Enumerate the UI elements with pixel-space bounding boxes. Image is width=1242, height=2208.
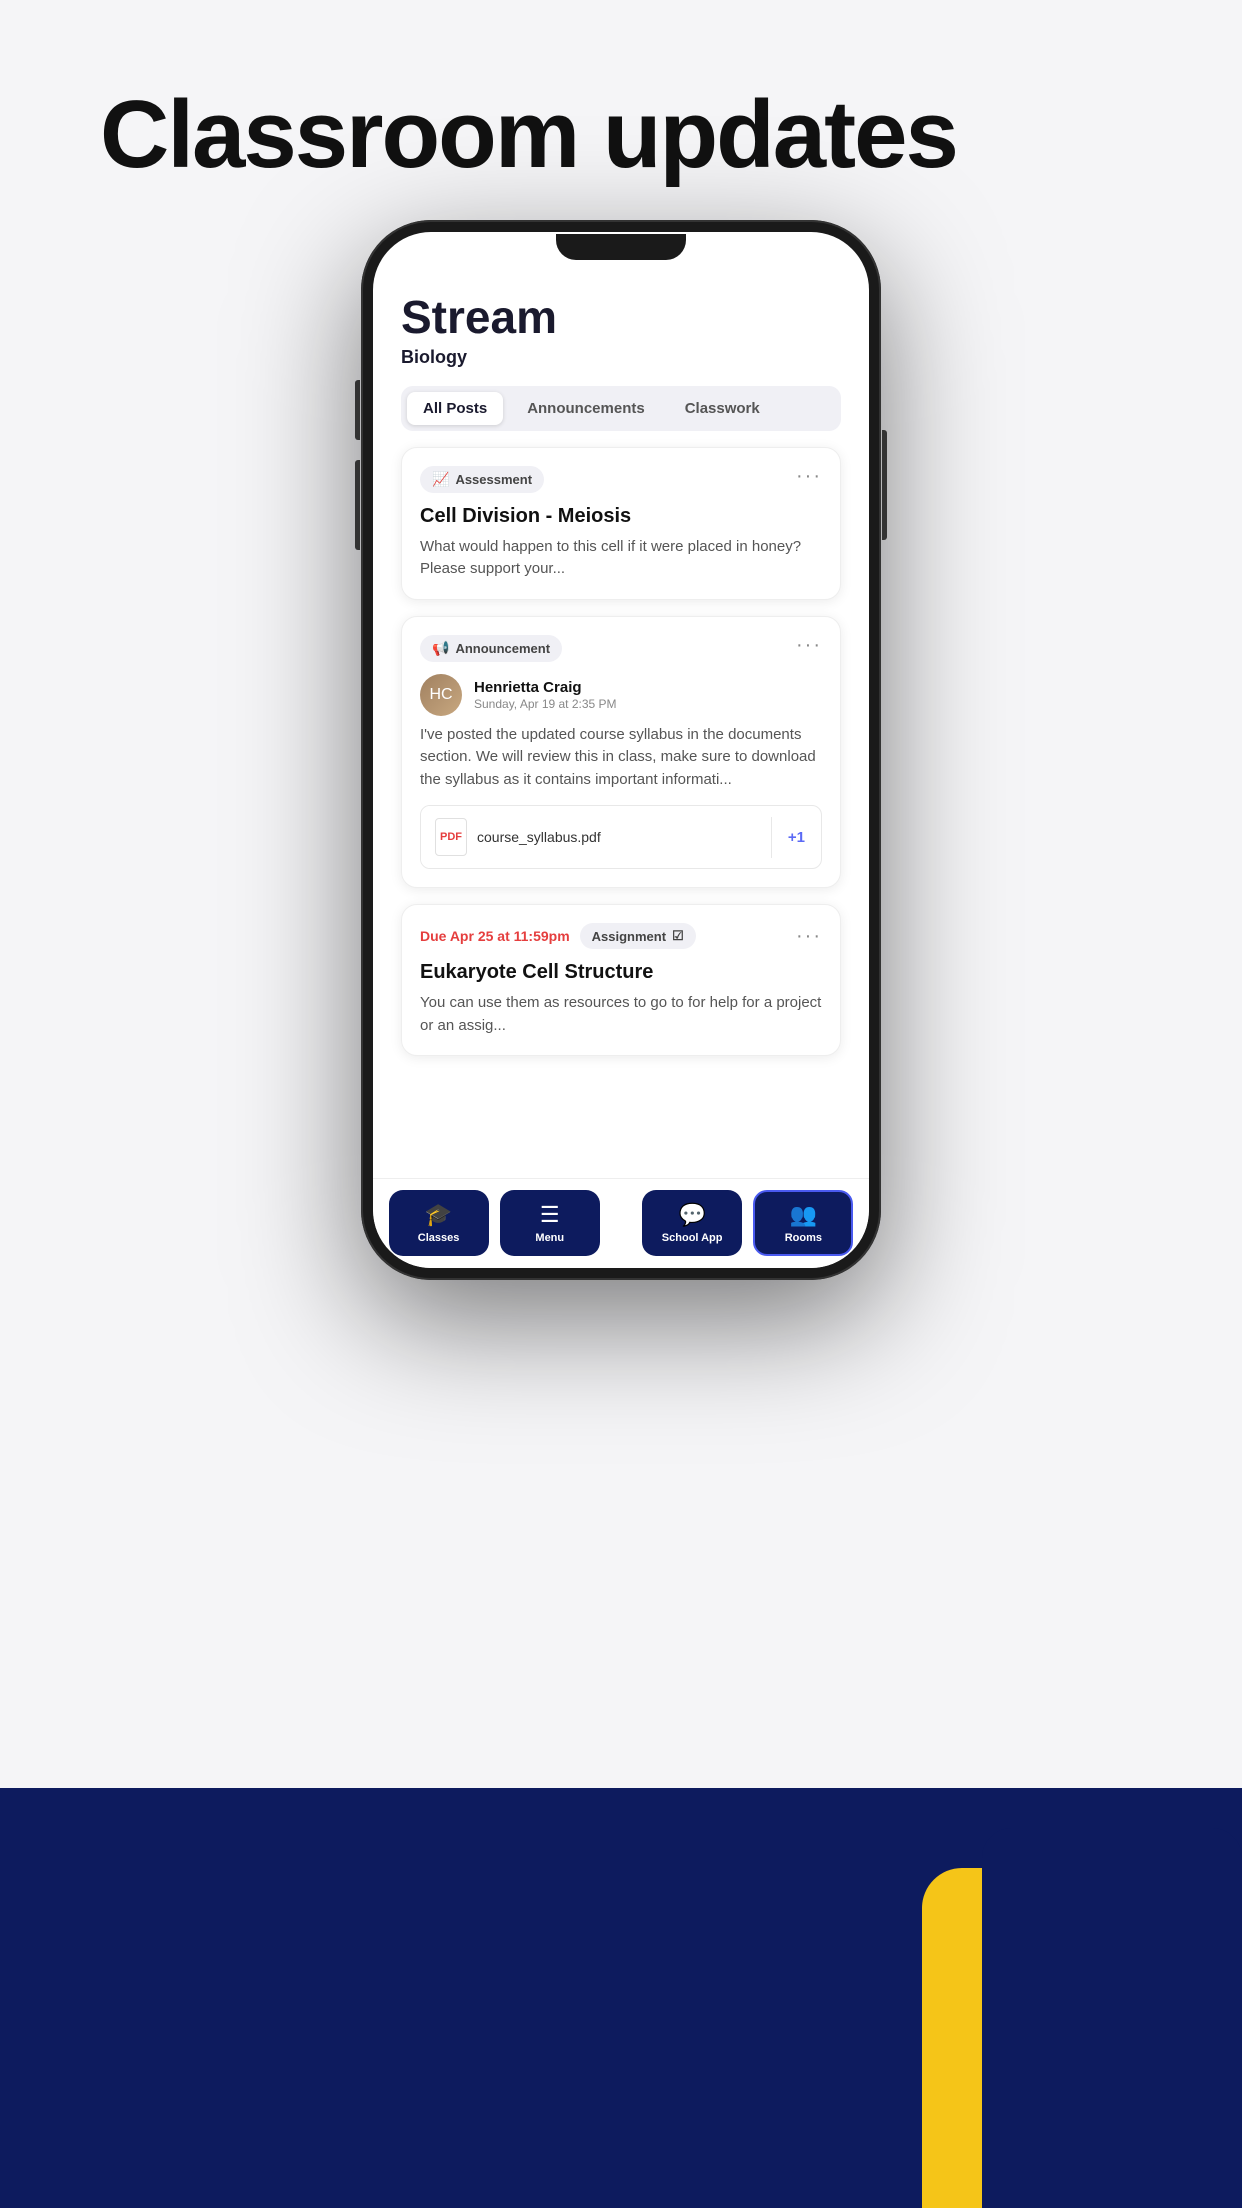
card-announcement: ··· 📢 Announcement HC Henrietta Craig Su… (401, 616, 841, 889)
classes-icon: 🎓 (425, 1202, 452, 1228)
announcement-body: I've posted the updated course syllabus … (420, 724, 822, 792)
nav-menu[interactable]: ☰ Menu (500, 1190, 600, 1256)
nav-menu-label: Menu (535, 1232, 564, 1244)
assignment-header-left: Due Apr 25 at 11:59pm Assignment ☑ (420, 923, 696, 949)
tab-classwork[interactable]: Classwork (669, 392, 776, 425)
announcement-icon: 📢 (432, 640, 449, 657)
nav-school-app[interactable]: 💬 School App (642, 1190, 742, 1256)
volume-btn-1 (355, 380, 360, 440)
card-assignment: Due Apr 25 at 11:59pm Assignment ☑ ··· E… (401, 904, 841, 1056)
attachment-name: course_syllabus.pdf (477, 829, 601, 845)
nav-school-app-label: School App (662, 1232, 723, 1244)
assignment-header: Due Apr 25 at 11:59pm Assignment ☑ ··· (420, 923, 822, 949)
tabs-bar: All Posts Announcements Classwork (401, 386, 841, 431)
avatar-img: HC (420, 674, 462, 716)
assignment-tag-label: Assignment (592, 929, 666, 944)
announcement-tag-label: Announcement (455, 641, 550, 656)
phone-notch (556, 234, 686, 260)
stream-header: Stream Biology (401, 292, 841, 368)
stream-subtitle: Biology (401, 347, 841, 368)
card-more-btn-3[interactable]: ··· (796, 926, 822, 946)
card-assessment: ··· 📈 Assessment Cell Division - Meiosis… (401, 447, 841, 600)
volume-btn-2 (355, 460, 360, 550)
screen-content: Stream Biology All Posts Announcements C… (373, 232, 869, 1178)
assignment-check-icon: ☑ (672, 928, 684, 944)
user-name: Henrietta Craig (474, 679, 617, 696)
user-info: Henrietta Craig Sunday, Apr 19 at 2:35 P… (474, 679, 617, 711)
stream-title: Stream (401, 292, 841, 343)
card-more-btn-2[interactable]: ··· (796, 635, 822, 655)
nav-classes[interactable]: 🎓 Classes (389, 1190, 489, 1256)
rooms-icon: 👥 (790, 1202, 817, 1228)
page-title: Classroom updates (100, 80, 957, 190)
tab-all-posts[interactable]: All Posts (407, 392, 503, 425)
phone-screen: Stream Biology All Posts Announcements C… (373, 232, 869, 1268)
attachment-file: PDF course_syllabus.pdf (421, 806, 771, 868)
attachment-row[interactable]: PDF course_syllabus.pdf +1 (420, 805, 822, 869)
assignment-title: Eukaryote Cell Structure (420, 961, 822, 984)
user-time: Sunday, Apr 19 at 2:35 PM (474, 697, 617, 711)
assessment-title: Cell Division - Meiosis (420, 505, 822, 528)
bottom-nav: 🎓 Classes ☰ Menu 💬 School App 👥 Rooms (373, 1178, 869, 1268)
user-row: HC Henrietta Craig Sunday, Apr 19 at 2:3… (420, 674, 822, 716)
assessment-body: What would happen to this cell if it wer… (420, 536, 822, 581)
assignment-tag: Assignment ☑ (580, 923, 696, 949)
bg-navy-overlay (982, 1828, 1242, 2208)
pdf-icon: PDF (435, 818, 467, 856)
menu-icon: ☰ (540, 1202, 560, 1228)
card-more-btn-1[interactable]: ··· (796, 466, 822, 486)
announcement-tag: 📢 Announcement (420, 635, 562, 662)
attachment-extra[interactable]: +1 (771, 817, 821, 858)
assessment-icon: 📈 (432, 471, 449, 488)
pdf-label: PDF (440, 831, 462, 843)
assignment-body: You can use them as resources to go to f… (420, 992, 822, 1037)
assessment-tag-label: Assessment (455, 472, 532, 487)
power-btn (882, 430, 887, 540)
nav-rooms[interactable]: 👥 Rooms (753, 1190, 853, 1256)
phone-mockup: Stream Biology All Posts Announcements C… (361, 220, 881, 1280)
avatar: HC (420, 674, 462, 716)
nav-rooms-label: Rooms (785, 1232, 822, 1244)
assessment-tag: 📈 Assessment (420, 466, 544, 493)
tab-announcements[interactable]: Announcements (511, 392, 661, 425)
nav-classes-label: Classes (418, 1232, 460, 1244)
due-label: Due Apr 25 at 11:59pm (420, 928, 570, 944)
school-app-icon: 💬 (678, 1202, 705, 1228)
